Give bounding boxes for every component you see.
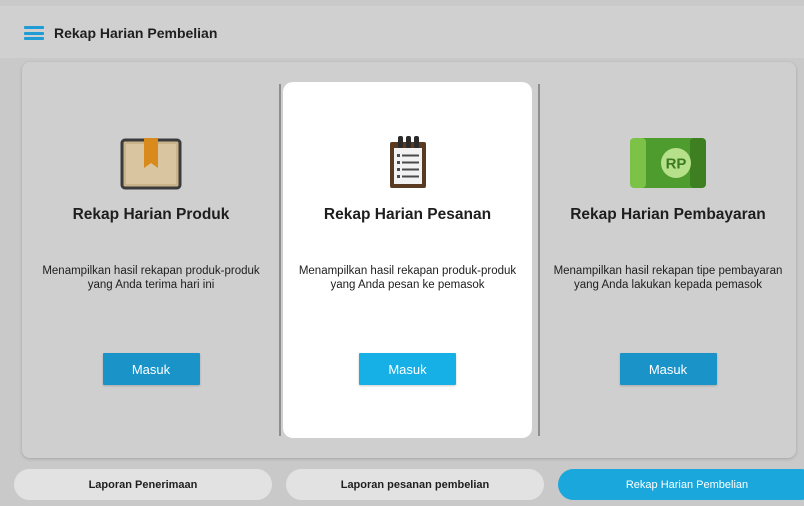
money-icon-label: RP (666, 156, 687, 173)
tab-laporan-penerimaan[interactable]: Laporan Penerimaan (14, 469, 272, 500)
card-rekap-harian-pesanan: Rekap Harian Pesanan Menampilkan hasil r… (283, 82, 532, 438)
card-title: Rekap Harian Pesanan (323, 206, 492, 223)
hamburger-menu-icon[interactable] (24, 26, 44, 40)
masuk-button[interactable]: Masuk (102, 353, 200, 385)
card-description: Menampilkan hasil rekapan tipe pembayara… (553, 265, 783, 291)
tab-laporan-pesanan-pembelian[interactable]: Laporan pesanan pembelian (286, 469, 544, 500)
card-description: Menampilkan hasil rekapan produk-produk … (42, 265, 260, 291)
card-rekap-harian-produk: Rekap Harian Produk Menampilkan hasil re… (22, 82, 280, 438)
masuk-button[interactable]: Masuk (619, 353, 717, 385)
app-header: Rekap Harian Pembelian (0, 6, 804, 58)
card-rekap-harian-pembayaran: RP Rekap Harian Pembayaran Menampilkan h… (540, 82, 796, 438)
page-title: Rekap Harian Pembelian (54, 25, 218, 41)
box-icon (118, 134, 184, 197)
money-icon: RP (626, 134, 710, 197)
card-title: Rekap Harian Produk (72, 206, 230, 223)
masuk-button[interactable]: Masuk (359, 353, 456, 385)
tab-rekap-harian-pembelian[interactable]: Rekap Harian Pembelian (558, 469, 804, 500)
card-title: Rekap Harian Pembayaran (570, 206, 766, 223)
card-description: Menampilkan hasil rekapan produk-produk … (298, 265, 517, 291)
notepad-icon (386, 134, 430, 195)
